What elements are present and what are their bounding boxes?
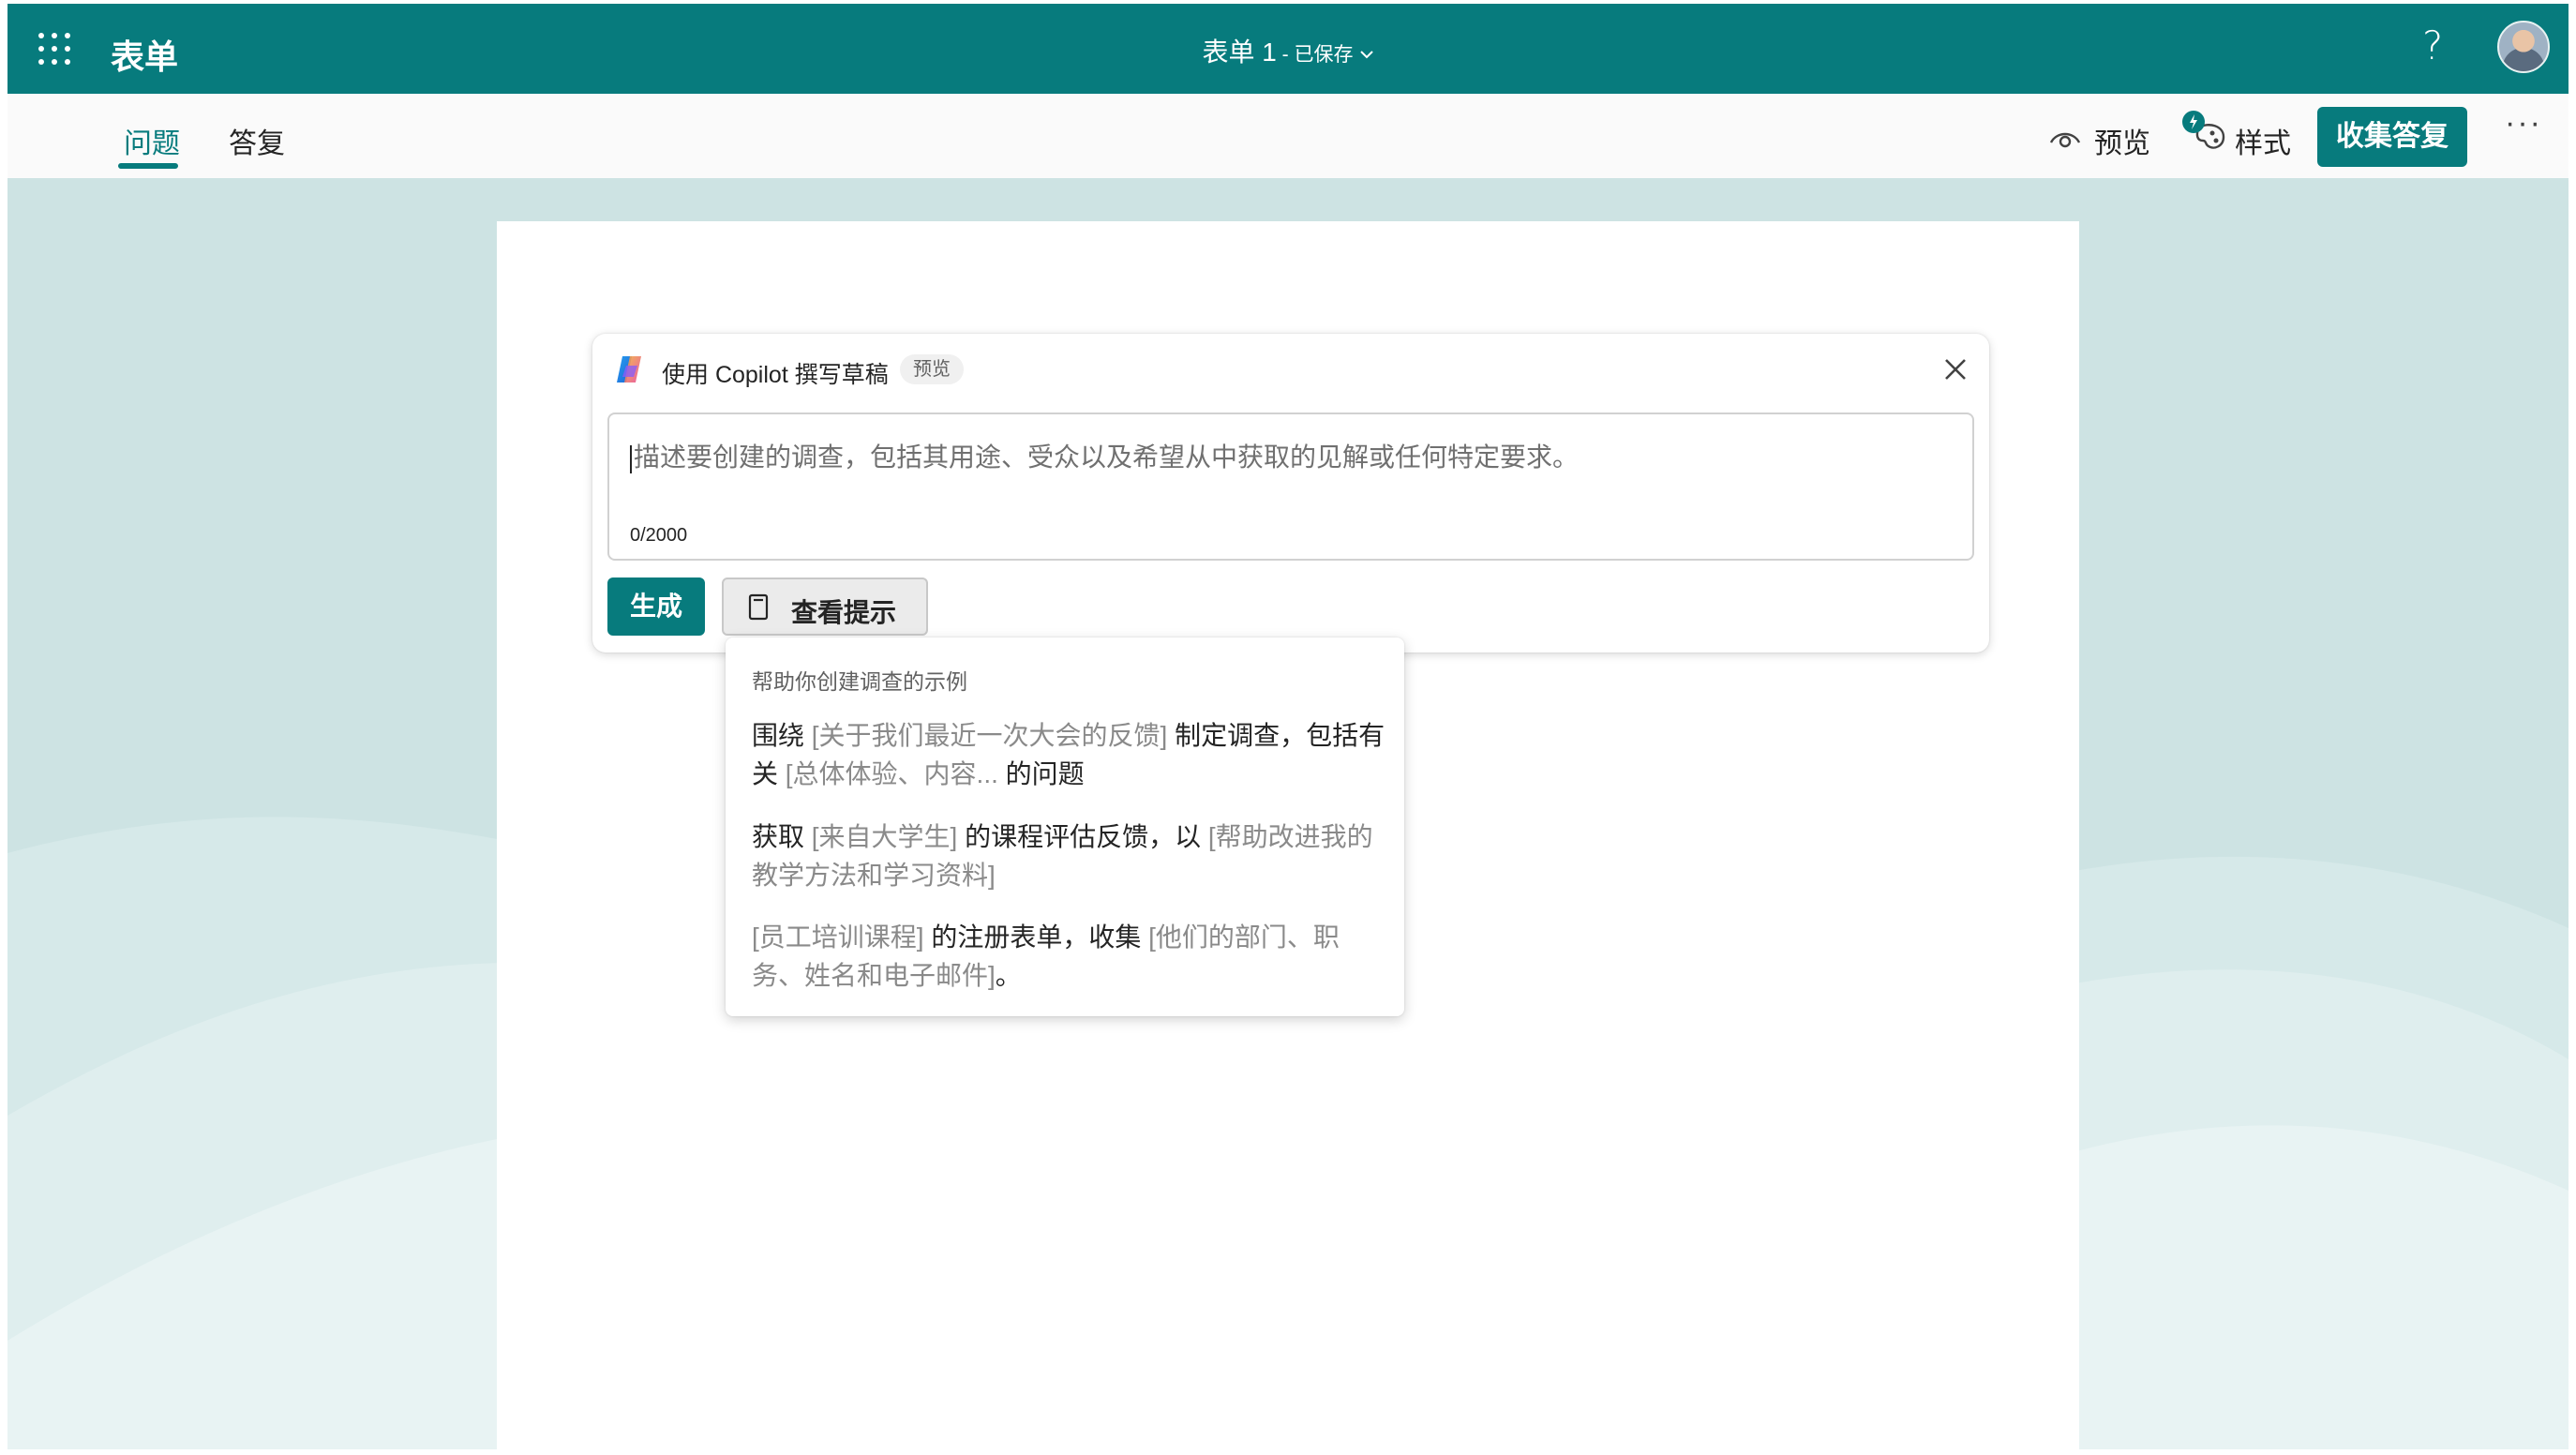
tips-popover: 帮助你创建调查的示例 围绕 [关于我们最近一次大会的反馈] 制定调查，包括有关 … [726, 638, 1404, 1016]
tip-text: 。 [995, 961, 1022, 990]
tip-placeholder: [员工培训课程] [752, 922, 924, 952]
tip-placeholder: [来自大学生] [811, 822, 958, 851]
tip-placeholder: [关于我们最近一次大会的反馈] [811, 721, 1168, 750]
tip-text: 获取 [752, 822, 812, 851]
prompt-placeholder: 描述要创建的调查，包括其用途、受众以及希望从中获取的见解或任何特定要求。 [630, 437, 1579, 474]
copilot-logo-icon [617, 356, 641, 382]
clipboard-icon [748, 593, 769, 621]
collect-responses-button[interactable]: 收集答复 [2317, 107, 2467, 167]
style-button[interactable]: 样式 [2235, 120, 2291, 161]
tip-text: 的问题 [997, 759, 1085, 788]
preview-button[interactable]: 预览 [2094, 120, 2150, 161]
palette-icon [2182, 111, 2225, 149]
prompt-placeholder-text: 描述要创建的调查，包括其用途、受众以及希望从中获取的见解或任何特定要求。 [634, 442, 1580, 472]
tip-text: 的课程评估反馈，以 [957, 822, 1208, 851]
save-status: 已保存 [1294, 44, 1354, 66]
eye-icon [2049, 132, 2081, 148]
help-icon[interactable]: ? [2422, 22, 2443, 68]
copilot-prompt-input[interactable]: 描述要创建的调查，包括其用途、受众以及希望从中获取的见解或任何特定要求。 0/2… [607, 412, 1974, 561]
more-options-button[interactable]: ··· [2505, 105, 2542, 142]
tab-questions[interactable]: 问题 [124, 120, 180, 161]
tip-placeholder: [总体体验、内容... [785, 759, 998, 788]
tab-responses[interactable]: 答复 [229, 120, 285, 161]
avatar[interactable] [2497, 21, 2550, 73]
document-separator: - [1276, 44, 1295, 66]
tip-example[interactable]: 围绕 [关于我们最近一次大会的反馈] 制定调查，包括有关 [总体体验、内容...… [752, 716, 1389, 793]
tips-heading: 帮助你创建调查的示例 [752, 669, 967, 694]
document-title-menu[interactable]: 表单 1 - 已保存 [7, 32, 2569, 69]
chevron-down-icon [1359, 50, 1373, 59]
generate-button[interactable]: 生成 [607, 578, 705, 636]
view-tips-button[interactable]: 查看提示 [722, 578, 928, 636]
copilot-title: 使用 Copilot 撰写草稿 [662, 362, 889, 388]
view-tips-label: 查看提示 [791, 598, 897, 627]
app-bar: 表单 表单 1 - 已保存 ? [7, 4, 2569, 94]
tip-example[interactable]: 获取 [来自大学生] 的课程评估反馈，以 [帮助改进我的教学方法和学习资料] [752, 818, 1389, 894]
tip-text: 的注册表单，收集 [923, 922, 1149, 952]
forms-window: 表单 表单 1 - 已保存 ? 问题 答复 预览 样式 收集答复 ··· 使用 … [7, 4, 2569, 1449]
character-count: 0/2000 [630, 525, 688, 546]
command-bar: 问题 答复 预览 样式 收集答复 ··· [7, 94, 2569, 178]
active-tab-indicator [118, 163, 178, 169]
copilot-draft-panel: 使用 Copilot 撰写草稿 预览 描述要创建的调查，包括其用途、受众以及希望… [592, 334, 1989, 652]
close-icon[interactable] [1940, 354, 1970, 384]
text-caret [630, 444, 632, 473]
preview-badge: 预览 [900, 354, 964, 384]
document-title: 表单 1 [1202, 38, 1277, 67]
tip-example[interactable]: [员工培训课程] 的注册表单，收集 [他们的部门、职务、姓名和电子邮件]。 [752, 918, 1389, 995]
tip-text: 围绕 [752, 721, 812, 750]
